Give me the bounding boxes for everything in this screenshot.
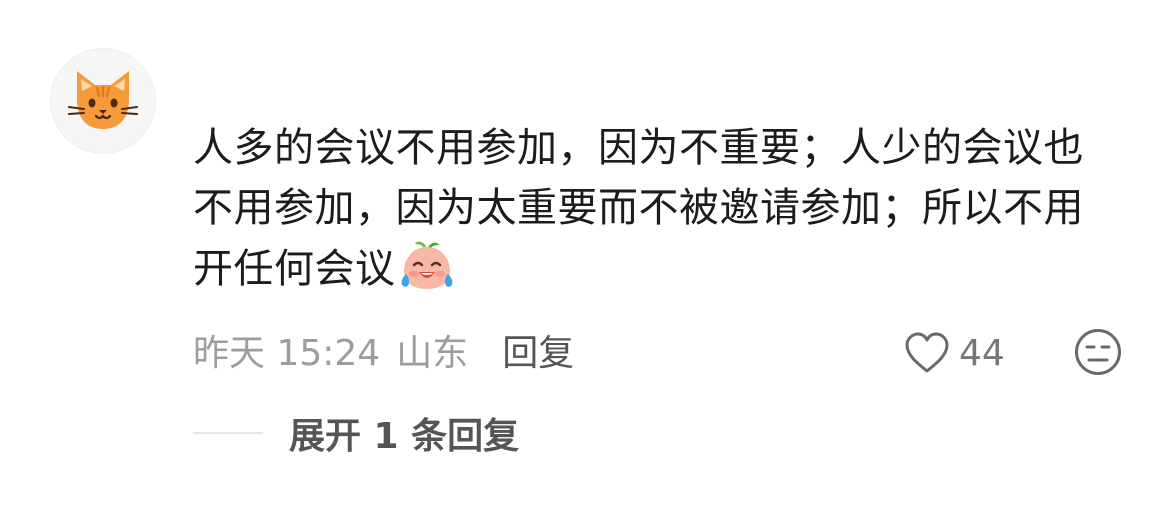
comment-line-text: 开任何会议 (193, 246, 396, 292)
expand-replies-button[interactable]: 展开 1 条回复 (289, 407, 519, 459)
comment-time: 昨天 15:24 (193, 333, 381, 374)
laughing-with-tears-emoji (401, 241, 452, 289)
heart-icon (905, 332, 949, 373)
unamused-face-icon (1075, 329, 1121, 375)
avatar[interactable] (50, 48, 156, 154)
comment-line: 开任何会议 (193, 238, 1133, 299)
comment-line: 人多的会议不用参加，因为不重要；人少的会议也 (193, 125, 1084, 171)
divider-line (193, 432, 263, 434)
orange-cat-face-icon (68, 71, 138, 129)
reply-button[interactable]: 回复 (502, 324, 574, 376)
comment-line: 不用参加，因为太重要而不被邀请参加；所以不用 (193, 185, 1084, 231)
expand-replies-row: 展开 1 条回复 (193, 406, 519, 460)
like-count: 44 (959, 332, 1005, 374)
comment-meta: 昨天 15:24 山东 回复 (193, 322, 574, 378)
comment-text: 人多的会议不用参加，因为不重要；人少的会议也 不用参加，因为太重要而不被邀请参加… (193, 118, 1133, 299)
dislike-button[interactable] (1073, 327, 1123, 377)
like-button[interactable]: 44 (903, 326, 1005, 380)
comment-location: 山东 (396, 333, 469, 374)
